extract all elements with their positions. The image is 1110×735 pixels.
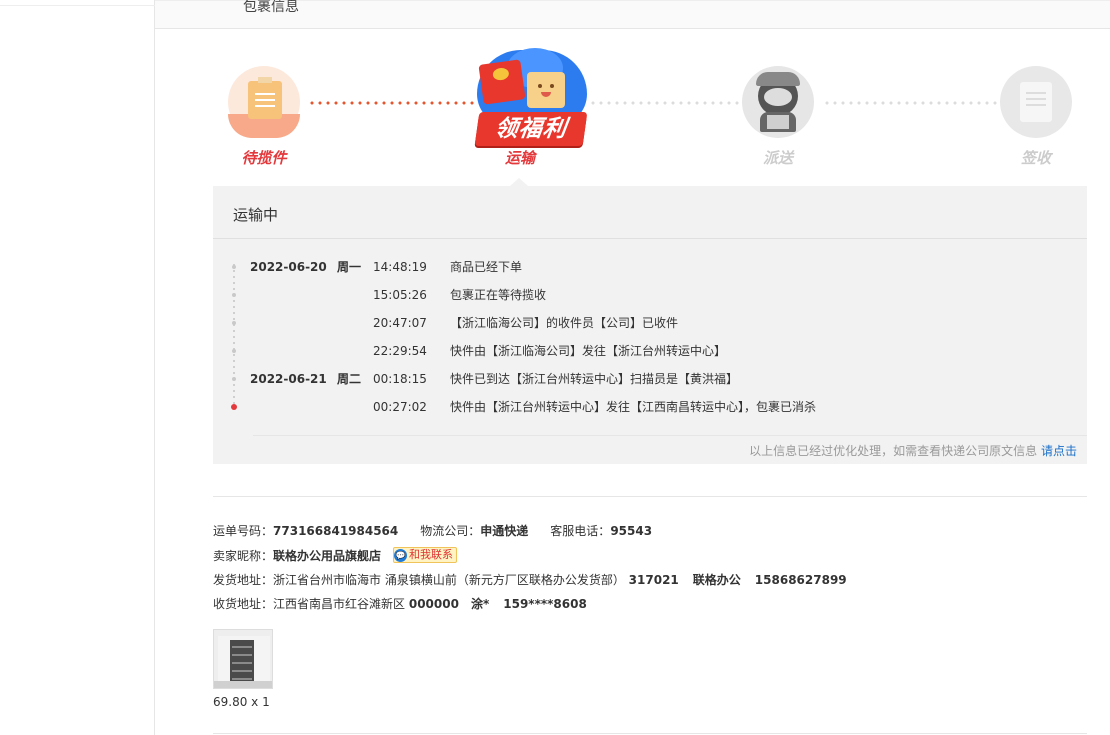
seller-label: 卖家昵称：	[213, 549, 274, 563]
promo-label[interactable]: 领福利	[474, 112, 588, 146]
timeline-dot-current	[231, 404, 237, 410]
courier-company: 申通快递	[480, 524, 529, 538]
timeline-dot	[232, 265, 236, 269]
step-label-signed: 签收	[1020, 149, 1051, 167]
phone-label: 客服电话：	[550, 524, 611, 538]
event-description: 商品已经下单	[450, 260, 523, 274]
contact-seller-label: 和我联系	[409, 548, 454, 561]
ship-label: 发货地址：	[213, 573, 274, 587]
optimization-note: 以上信息已经过优化处理，如需查看快递公司原文信息 请点击	[749, 442, 1077, 459]
event-weekday: 周二	[337, 372, 362, 386]
tracking-status: 运输中	[233, 206, 279, 224]
timeline-event: 15:05:26 包裹正在等待揽收	[213, 285, 1087, 305]
courier-icon	[742, 66, 814, 138]
section-header: 包裹信息	[155, 0, 1110, 29]
step-label-pending-pickup: 待揽件	[241, 149, 287, 167]
ship-zip: 317021	[628, 573, 679, 587]
product-thumbnail[interactable]	[213, 629, 273, 689]
section-divider	[213, 496, 1087, 497]
progress-connector-pending	[589, 101, 739, 105]
timeline-event: 2022-06-20 周一 14:48:19 商品已经下单	[213, 257, 1087, 277]
timeline-event: 22:29:54 快件由【浙江临海公司】发往【浙江台州转运中心】	[213, 341, 1087, 361]
panel-pointer	[510, 178, 528, 186]
company-label: 物流公司：	[420, 524, 481, 538]
seller-name[interactable]: 联格办公用品旗舰店	[273, 549, 381, 563]
seller-info-row: 卖家昵称：联格办公用品旗舰店 💬 和我联系	[213, 547, 458, 564]
event-time: 00:27:02	[373, 400, 427, 414]
view-original-link[interactable]: 请点击	[1041, 444, 1077, 458]
event-date: 2022-06-21	[250, 372, 327, 386]
waybill-number: 773166841984564	[273, 524, 399, 538]
recv-address-row: 收货地址：江西省南昌市红谷滩新区 000000 涂* 159****8608	[213, 595, 587, 612]
event-description: 【浙江临海公司】的收件员【公司】已收件	[450, 316, 679, 330]
step-label-transit: 运输	[504, 149, 535, 167]
note-text: 以上信息已经过优化处理，如需查看快递公司原文信息	[749, 444, 1038, 458]
ship-name: 联格办公	[692, 573, 741, 587]
event-weekday: 周一	[337, 260, 362, 274]
event-time: 14:48:19	[373, 260, 427, 274]
step-pending-pickup-icon	[228, 66, 300, 138]
product-price-qty: 69.80 x 1	[213, 695, 270, 709]
timeline-dot	[232, 321, 236, 325]
step-label-delivery: 派送	[762, 149, 793, 167]
recv-zip: 000000	[408, 597, 459, 611]
event-description: 快件已到达【浙江台州转运中心】扫描员是【黄洪福】	[450, 372, 739, 386]
event-time: 22:29:54	[373, 344, 427, 358]
waybill-info-row: 运单号码：773166841984564 物流公司：申通快递 客服电话：95543	[213, 522, 652, 539]
timeline-dot	[232, 377, 236, 381]
red-packet-promo-icon[interactable]: 领福利	[473, 46, 589, 148]
left-sidebar	[0, 0, 155, 735]
sidebar-divider	[0, 5, 155, 6]
event-date: 2022-06-20	[250, 260, 327, 274]
waybill-label: 运单号码：	[213, 524, 274, 538]
main-content: 包裹信息 待揽件 领福利 运输 派送 签收 运输中 2022-06-20 周一 …	[155, 0, 1110, 735]
ship-address-row: 发货地址：浙江省台州市临海市 涌泉镇横山前（新元方厂区联格办公发货部） 3170…	[213, 571, 847, 588]
progress-connector-done	[308, 101, 478, 105]
receipt-icon	[1000, 66, 1072, 138]
ship-phone: 15868627899	[754, 573, 847, 587]
chat-icon: 💬	[394, 549, 408, 562]
timeline-event: 2022-06-21 周二 00:18:15 快件已到达【浙江台州转运中心】扫描…	[213, 369, 1087, 389]
recv-address: 江西省南昌市红谷滩新区	[273, 597, 406, 611]
panel-divider	[213, 238, 1087, 239]
tracking-panel: 运输中 2022-06-20 周一 14:48:19 商品已经下单 15:05:…	[213, 178, 1087, 464]
timeline-event: 20:47:07 【浙江临海公司】的收件员【公司】已收件	[213, 313, 1087, 333]
event-description: 快件由【浙江台州转运中心】发往【江西南昌转运中心】，包裹已消杀	[450, 400, 817, 414]
progress-connector-pending	[823, 101, 999, 105]
ship-address: 浙江省台州市临海市 涌泉镇横山前（新元方厂区联格办公发货部）	[273, 573, 625, 587]
bottom-divider	[213, 733, 1087, 734]
recv-label: 收货地址：	[213, 597, 274, 611]
section-title: 包裹信息	[243, 0, 299, 15]
timeline-event-current: 00:27:02 快件由【浙江台州转运中心】发往【江西南昌转运中心】，包裹已消杀	[213, 397, 1087, 417]
event-time: 20:47:07	[373, 316, 427, 330]
event-description: 包裹正在等待揽收	[450, 288, 547, 302]
event-time: 15:05:26	[373, 288, 427, 302]
contact-seller-button[interactable]: 💬 和我联系	[393, 547, 458, 563]
service-phone: 95543	[610, 524, 653, 538]
timeline-dot	[232, 293, 236, 297]
panel-footer-divider	[253, 435, 1087, 436]
recv-phone: 159****8608	[503, 597, 587, 611]
event-description: 快件由【浙江临海公司】发往【浙江台州转运中心】	[450, 344, 727, 358]
timeline-dot	[232, 349, 236, 353]
event-time: 00:18:15	[373, 372, 427, 386]
recv-name: 涂*	[470, 597, 490, 611]
